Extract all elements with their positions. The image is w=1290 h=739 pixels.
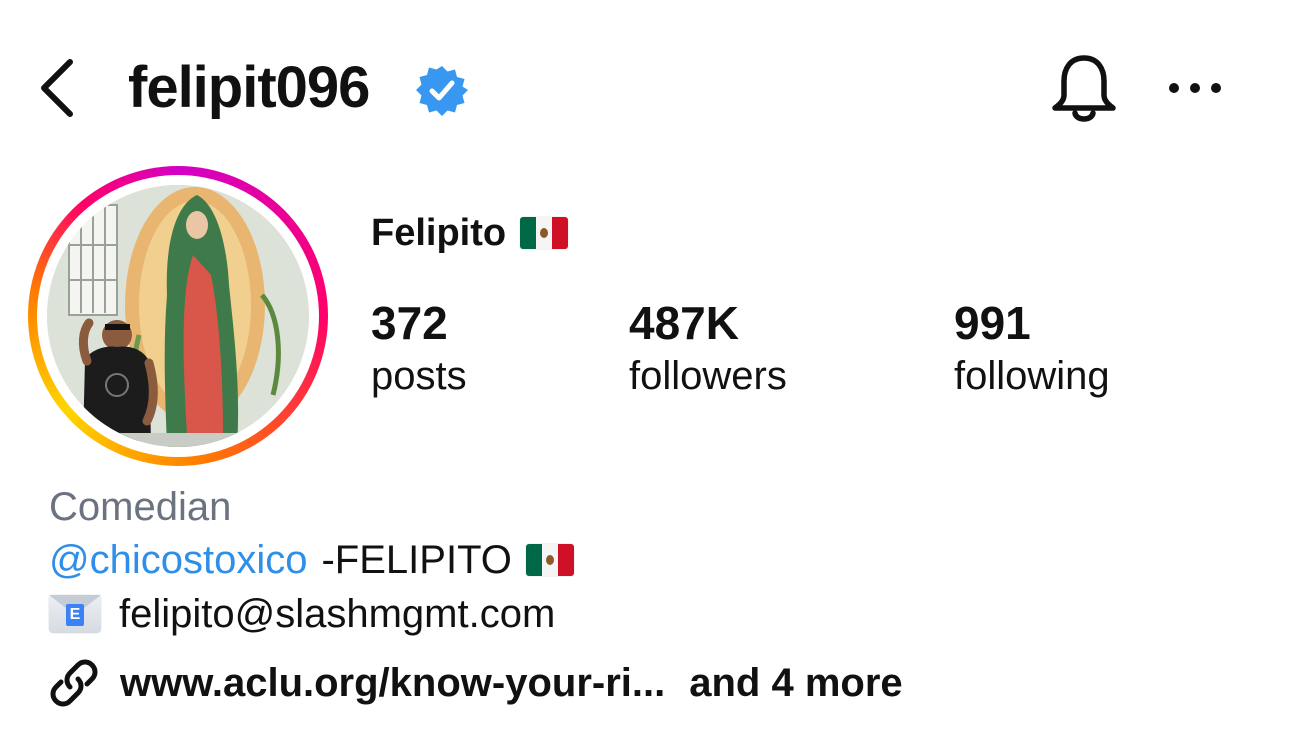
display-name: Felipito <box>371 212 507 254</box>
stat-posts-label: posts <box>371 354 467 398</box>
bio-link[interactable]: www.aclu.org/know-your-ri... <box>120 654 665 712</box>
notifications-button[interactable] <box>1044 50 1124 130</box>
profile-category: Comedian <box>49 485 232 529</box>
bio-mention-line: @chicostoxico -FELIPITO <box>49 534 574 586</box>
bell-icon <box>1052 55 1116 122</box>
bio-mention-link[interactable]: @chicostoxico <box>49 534 307 586</box>
more-options-button[interactable] <box>1160 58 1230 118</box>
display-name-row: Felipito <box>371 208 569 258</box>
bio-email[interactable]: felipito@slashmgmt.com <box>119 588 555 640</box>
stat-followers-value: 487K <box>629 297 739 349</box>
ellipsis-icon <box>1169 83 1221 93</box>
mexico-flag-icon <box>525 544 574 576</box>
mexico-flag-icon <box>520 217 569 249</box>
envelope-icon: E <box>49 595 101 633</box>
bio-mention-suffix: -FELIPITO <box>321 538 512 582</box>
verified-badge-icon <box>416 64 468 116</box>
stat-following[interactable]: 991 following <box>954 296 1110 402</box>
back-button[interactable] <box>30 52 90 124</box>
link-icon <box>50 659 98 707</box>
stat-posts[interactable]: 372 posts <box>371 296 467 402</box>
profile-handle: felipit096 <box>128 55 370 120</box>
bio-links-line: www.aclu.org/know-your-ri... and 4 more <box>46 654 903 712</box>
stat-followers-label: followers <box>629 354 787 398</box>
stat-posts-value: 372 <box>371 297 448 349</box>
stat-following-label: following <box>954 354 1110 398</box>
chevron-left-icon <box>41 59 73 117</box>
stat-followers[interactable]: 487K followers <box>629 296 787 402</box>
stat-following-value: 991 <box>954 297 1031 349</box>
profile-avatar[interactable] <box>47 185 309 447</box>
bio-more-links[interactable]: and 4 more <box>689 654 902 712</box>
bio-email-line: E felipito@slashmgmt.com <box>49 588 555 640</box>
